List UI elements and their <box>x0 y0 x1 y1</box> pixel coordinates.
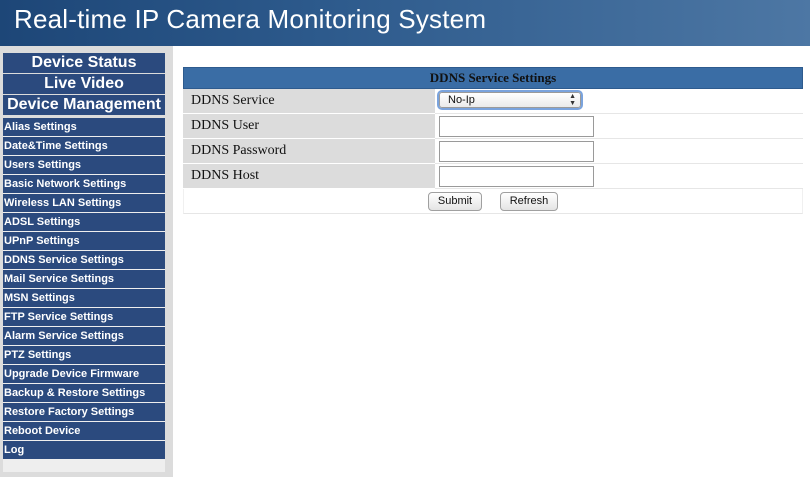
nav-device-status[interactable]: Device Status <box>3 53 165 73</box>
submenu-restore-factory-settings[interactable]: Restore Factory Settings <box>3 403 165 421</box>
ddns-service-selected: No-Ip <box>448 94 475 106</box>
submenu-datetime-settings[interactable]: Date&Time Settings <box>3 137 165 155</box>
refresh-button[interactable]: Refresh <box>500 192 558 211</box>
app-title: Real-time IP Camera Monitoring System <box>14 4 487 34</box>
form-actions: Submit Refresh <box>183 189 803 214</box>
ddns-host-input[interactable] <box>439 166 594 187</box>
ddns-user-input[interactable] <box>439 116 594 137</box>
ddns-service-cell: No-Ip ▲ ▼ <box>435 89 803 114</box>
submenu-alias-settings[interactable]: Alias Settings <box>3 118 165 136</box>
submenu-reboot-device[interactable]: Reboot Device <box>3 422 165 440</box>
submenu-users-settings[interactable]: Users Settings <box>3 156 165 174</box>
ddns-settings-panel: DDNS Service Settings DDNS Service No-Ip… <box>183 67 803 214</box>
ddns-password-input[interactable] <box>439 141 594 162</box>
submenu-backup-restore-settings[interactable]: Backup & Restore Settings <box>3 384 165 402</box>
ddns-service-label: DDNS Service <box>183 89 435 114</box>
main-nav: Device Status Live Video Device Manageme… <box>3 53 165 116</box>
ddns-password-row: DDNS Password <box>183 139 803 164</box>
ddns-service-select[interactable]: No-Ip ▲ ▼ <box>439 92 581 108</box>
submenu-log[interactable]: Log <box>3 441 165 459</box>
submit-button[interactable]: Submit <box>428 192 482 211</box>
submenu-alarm-service-settings[interactable]: Alarm Service Settings <box>3 327 165 345</box>
up-down-arrows-icon: ▲ ▼ <box>569 93 576 107</box>
submenu-upnp-settings[interactable]: UPnP Settings <box>3 232 165 250</box>
submenu-ddns-service-settings[interactable]: DDNS Service Settings <box>3 251 165 269</box>
ddns-host-label: DDNS Host <box>183 164 435 189</box>
nav-live-video[interactable]: Live Video <box>3 74 165 94</box>
ddns-user-row: DDNS User <box>183 114 803 139</box>
submenu-msn-settings[interactable]: MSN Settings <box>3 289 165 307</box>
sidebar: Device Status Live Video Device Manageme… <box>0 46 173 477</box>
panel-title: DDNS Service Settings <box>183 67 803 89</box>
ddns-service-row: DDNS Service No-Ip ▲ ▼ <box>183 89 803 114</box>
ddns-password-cell <box>435 139 803 164</box>
app-header: Real-time IP Camera Monitoring System <box>0 0 810 46</box>
submenu-ptz-settings[interactable]: PTZ Settings <box>3 346 165 364</box>
submenu-ftp-service-settings[interactable]: FTP Service Settings <box>3 308 165 326</box>
submenu-adsl-settings[interactable]: ADSL Settings <box>3 213 165 231</box>
submenu-basic-network-settings[interactable]: Basic Network Settings <box>3 175 165 193</box>
submenu-mail-service-settings[interactable]: Mail Service Settings <box>3 270 165 288</box>
submenu-upgrade-device-firmware[interactable]: Upgrade Device Firmware <box>3 365 165 383</box>
ddns-host-cell <box>435 164 803 189</box>
ddns-user-label: DDNS User <box>183 114 435 139</box>
ddns-host-row: DDNS Host <box>183 164 803 189</box>
ddns-user-cell <box>435 114 803 139</box>
submenu-wireless-lan-settings[interactable]: Wireless LAN Settings <box>3 194 165 212</box>
nav-device-management[interactable]: Device Management <box>3 95 165 115</box>
device-management-submenu: Alias Settings Date&Time Settings Users … <box>3 118 165 472</box>
ddns-password-label: DDNS Password <box>183 139 435 164</box>
